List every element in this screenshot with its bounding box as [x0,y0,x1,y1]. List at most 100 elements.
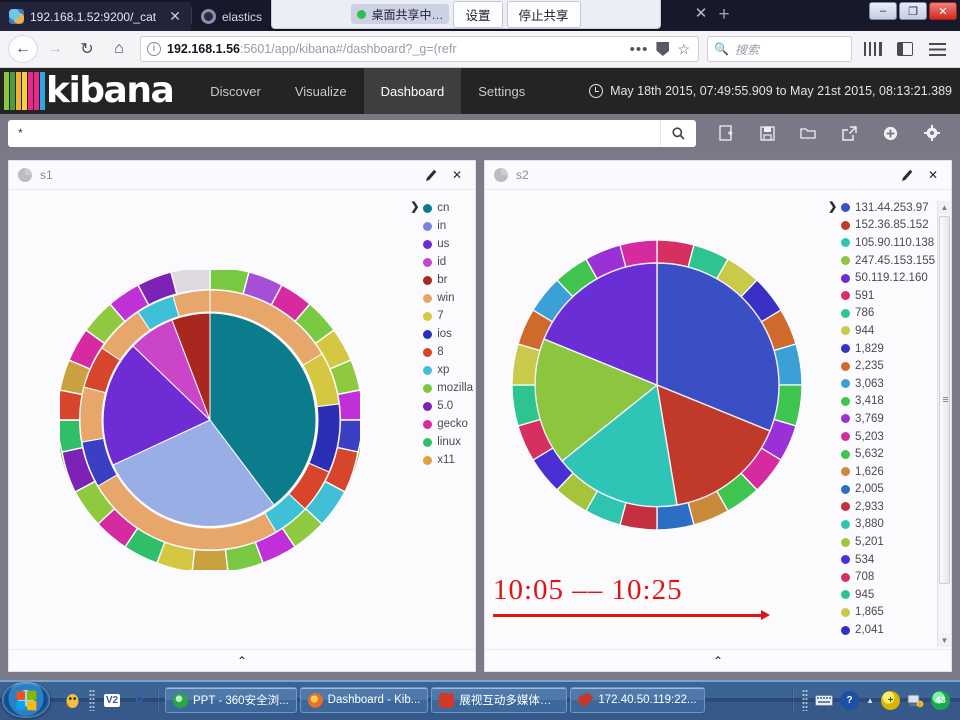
legend-item[interactable]: 3,063 [841,375,935,393]
legend-item[interactable]: 247.45.153.155 [841,252,935,270]
edit-panel-icon[interactable] [898,166,916,184]
show-hidden-icons-arrow[interactable]: ▲ [866,696,874,705]
scroll-down-arrow-icon[interactable]: ▼ [941,634,949,647]
legend-item[interactable]: 534 [841,551,935,569]
home-icon[interactable]: ⌂ [104,35,134,63]
nav-discover[interactable]: Discover [193,68,278,114]
new-dashboard-icon[interactable] [706,114,747,152]
legend-item[interactable]: in [423,217,473,235]
legend-item[interactable]: gecko [423,415,473,433]
legend-item[interactable]: 3,769 [841,410,935,428]
add-visualization-icon[interactable] [870,114,911,152]
legend-item[interactable]: 1,626 [841,463,935,481]
legend-scrollbar[interactable]: ▲ ▼ [937,201,951,647]
site-info-icon[interactable]: i [147,42,161,56]
edit-panel-icon[interactable] [422,166,440,184]
legend-collapse-toggle[interactable]: ❯ [410,199,423,215]
tab-close-icon[interactable]: ✕ [167,9,183,25]
legend-item[interactable]: 786 [841,305,935,323]
help-icon[interactable]: ? [840,690,860,710]
query-search-button[interactable] [660,119,696,147]
url-bar[interactable]: i 192.168.1.56:5601/app/kibana#/dashboar… [140,36,699,62]
legend-item[interactable]: br [423,271,473,289]
taskbar-item-ppt[interactable]: PPT - 360安全浏... [165,687,297,713]
query-input[interactable]: * [8,119,660,147]
sunburst-chart-s1[interactable] [9,190,410,649]
minimize-button[interactable]: – [869,2,897,20]
start-button[interactable] [2,682,50,718]
close-window-button[interactable]: ✕ [929,2,957,20]
legend-item[interactable]: 2,005 [841,481,935,499]
browser-tab-1[interactable]: 192.168.1.52:9200/_cat ✕ [0,2,191,31]
quick-launch-grip-handle[interactable] [89,689,95,711]
powerpoint-icon[interactable]: P [129,690,149,710]
legend-item[interactable]: win [423,289,473,307]
page-actions-icon[interactable]: ••• [630,41,649,58]
legend-item[interactable]: 945 [841,586,935,604]
browser-search-box[interactable]: 🔍 搜索 [707,36,852,62]
legend-item[interactable]: 3,418 [841,393,935,411]
nav-settings[interactable]: Settings [461,68,542,114]
keyboard-icon[interactable] [815,694,834,706]
sidebar-icon[interactable] [890,35,920,63]
legend-item[interactable]: 5,201 [841,533,935,551]
legend-item[interactable]: mozilla [423,379,473,397]
save-icon[interactable] [747,114,788,152]
legend-item[interactable]: 8 [423,343,473,361]
pie-svg[interactable] [507,235,807,535]
tray-grip-handle[interactable] [802,689,809,711]
legend-item[interactable]: 5.0 [423,397,473,415]
library-icon[interactable] [858,35,888,63]
kibana-logo[interactable]: kibana [0,68,175,114]
taskbar-item-dashboard[interactable]: Dashboard - Kib... [299,687,429,713]
legend-item[interactable]: id [423,253,473,271]
legend-item[interactable]: 50.119.12.160 [841,269,935,287]
v2-icon[interactable]: V2 [102,690,122,710]
legend-item[interactable]: 708 [841,568,935,586]
share-settings-button[interactable]: 设置 [453,0,503,28]
legend-item[interactable]: 5,203 [841,428,935,446]
counter-badge[interactable]: 43 [931,690,950,710]
expand-chevron-up-icon[interactable]: ⌃ [237,654,247,668]
reload-icon[interactable]: ↻ [72,35,102,63]
scrollbar-thumb[interactable] [939,216,950,584]
legend-item[interactable]: 5,632 [841,445,935,463]
legend-item[interactable]: 1,865 [841,604,935,622]
legend-item[interactable]: xp [423,361,473,379]
legend-item[interactable]: ios [423,325,473,343]
legend-item[interactable]: 105.90.110.138 [841,234,935,252]
maximize-button[interactable]: ❐ [899,2,927,20]
legend-item[interactable]: 591 [841,287,935,305]
legend-item[interactable]: 2,041 [841,621,935,639]
taskbar-item-media[interactable]: 展视互动多媒体直... [431,687,568,713]
legend-item[interactable]: x11 [423,451,473,469]
legend-item[interactable]: 131.44.253.97 [841,199,935,217]
legend-item[interactable]: 1,829 [841,340,935,358]
legend-item[interactable]: 3,880 [841,516,935,534]
legend-item[interactable]: us [423,235,473,253]
legend-item[interactable]: 944 [841,322,935,340]
share-icon[interactable] [829,114,870,152]
nav-dashboard[interactable]: Dashboard [363,68,462,114]
scrollbar-track[interactable] [939,214,950,634]
legend-item[interactable]: 7 [423,307,473,325]
pie-svg[interactable] [59,269,360,570]
scroll-up-arrow-icon[interactable]: ▲ [941,201,949,214]
stop-share-button[interactable]: 停止共享 [506,0,581,28]
qq-icon[interactable] [62,690,82,710]
legend-item[interactable]: cn [423,199,473,217]
close-panel-icon[interactable]: ✕ [924,166,942,184]
new-tab-button[interactable]: + [713,5,735,26]
time-picker[interactable]: May 18th 2015, 07:49:55.909 to May 21st … [589,84,952,98]
close-panel-icon[interactable]: ✕ [448,166,466,184]
nav-visualize[interactable]: Visualize [278,68,364,114]
legend-item[interactable]: linux [423,433,473,451]
legend-item[interactable]: 2,235 [841,357,935,375]
legend-item[interactable]: 2,933 [841,498,935,516]
forward-icon[interactable]: → [40,35,70,63]
bookmark-star-icon[interactable]: ☆ [677,41,690,58]
share-close-icon[interactable]: ✕ [690,4,712,24]
network-icon[interactable]: ! [907,693,924,708]
pie-chart-s2[interactable]: 10:05 –– 10:25 [485,190,828,649]
back-icon[interactable]: ← [8,35,38,63]
